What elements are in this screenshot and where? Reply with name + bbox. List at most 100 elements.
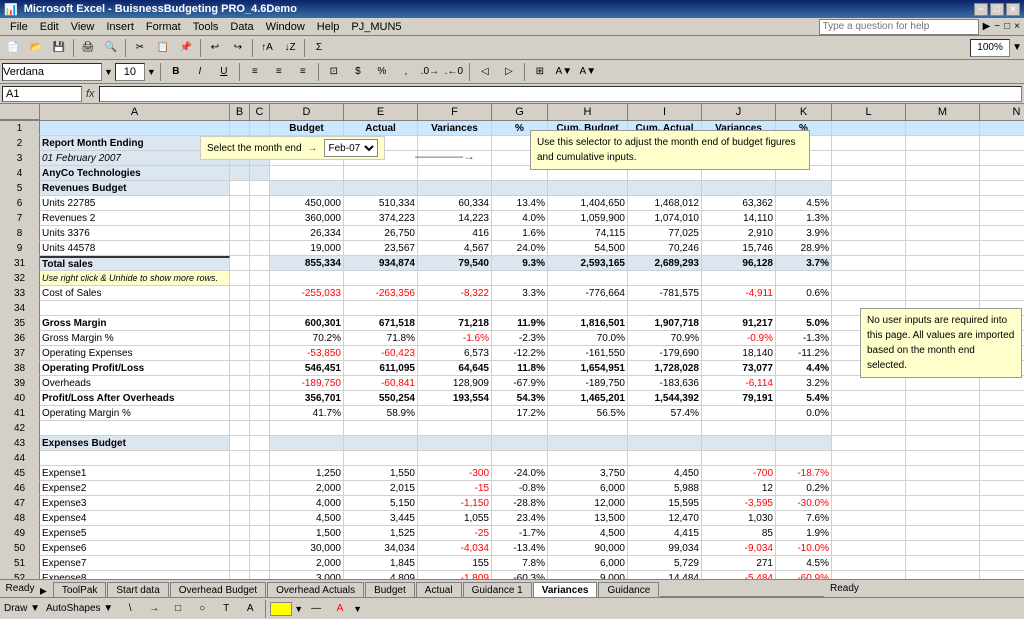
cell-a[interactable]: Expenses Budget (40, 436, 230, 451)
cell-e[interactable]: 671,518 (344, 316, 418, 331)
zoom-input[interactable] (970, 39, 1010, 57)
cell-l[interactable] (832, 571, 906, 579)
cell-n[interactable] (980, 526, 1024, 541)
cell-k[interactable]: 3.7% (776, 256, 832, 271)
cell-i[interactable]: 70.9% (628, 331, 702, 346)
cell-j[interactable]: 85 (702, 526, 776, 541)
cell-h[interactable]: 1,654,951 (548, 361, 628, 376)
cell-a[interactable]: Expense1 (40, 466, 230, 481)
cell-f[interactable]: 193,554 (418, 391, 492, 406)
formula-input[interactable] (99, 86, 1022, 102)
cell-c[interactable] (250, 331, 270, 346)
cell-n[interactable] (980, 136, 1024, 151)
cell-c[interactable] (250, 286, 270, 301)
cell-d[interactable]: -189,750 (270, 376, 344, 391)
cell-m[interactable] (906, 406, 980, 421)
cell-m[interactable] (906, 421, 980, 436)
cell-a[interactable]: Operating Margin % (40, 406, 230, 421)
fill-dropdown-draw[interactable]: ▼ (294, 604, 303, 614)
cell-f[interactable]: -300 (418, 466, 492, 481)
cell-i[interactable]: 77,025 (628, 226, 702, 241)
col-header-l[interactable]: L (832, 104, 906, 120)
col-header-g[interactable]: G (492, 104, 548, 120)
cell-h[interactable]: 9,000 (548, 571, 628, 579)
cell-l[interactable] (832, 511, 906, 526)
cell-h[interactable]: 1,465,201 (548, 391, 628, 406)
cell-f[interactable]: 14,223 (418, 211, 492, 226)
cell-j[interactable]: -9,034 (702, 541, 776, 556)
cell-b[interactable] (230, 211, 250, 226)
cell-l[interactable] (832, 256, 906, 271)
cell-h[interactable]: 74,115 (548, 226, 628, 241)
cell-a[interactable]: Operating Expenses (40, 346, 230, 361)
cell-m[interactable] (906, 451, 980, 466)
cell-n[interactable] (980, 151, 1024, 166)
col-header-d[interactable]: D (270, 104, 344, 120)
cell-b[interactable] (230, 316, 250, 331)
cell-m[interactable] (906, 181, 980, 196)
cell-l[interactable] (832, 436, 906, 451)
col-header-i[interactable]: I (628, 104, 702, 120)
cell-k[interactable]: -10.0% (776, 541, 832, 556)
cell-f[interactable] (418, 436, 492, 451)
cell-e[interactable]: 510,334 (344, 196, 418, 211)
cell-i[interactable] (628, 271, 702, 286)
cell-c[interactable] (250, 346, 270, 361)
cell-f[interactable] (418, 406, 492, 421)
underline-button[interactable]: U (213, 62, 235, 82)
cell-f[interactable] (418, 166, 492, 181)
cell-b[interactable] (230, 256, 250, 271)
cell-e[interactable]: -60,841 (344, 376, 418, 391)
cell-k[interactable]: -30.0% (776, 496, 832, 511)
sort-asc-button[interactable]: ↑A (256, 38, 278, 58)
cell-a[interactable]: Cost of Sales (40, 286, 230, 301)
cell-h[interactable]: 56.5% (548, 406, 628, 421)
cell-i[interactable]: 57.4% (628, 406, 702, 421)
cell-j[interactable] (702, 406, 776, 421)
cell-k[interactable] (776, 271, 832, 286)
cell-m[interactable] (906, 541, 980, 556)
cell-j[interactable]: 12 (702, 481, 776, 496)
cell-c[interactable] (250, 376, 270, 391)
cell-h[interactable]: 2,593,165 (548, 256, 628, 271)
cell-e[interactable] (344, 451, 418, 466)
decrease-decimal-button[interactable]: .←0 (443, 62, 465, 82)
cell-i[interactable]: -781,575 (628, 286, 702, 301)
cell-d[interactable]: 1,500 (270, 526, 344, 541)
cell-m[interactable] (906, 481, 980, 496)
border-button[interactable]: ⊞ (529, 62, 551, 82)
cell-g[interactable]: 9.3% (492, 256, 548, 271)
cell-c[interactable] (250, 256, 270, 271)
cell-e[interactable]: 58.9% (344, 406, 418, 421)
cell-f[interactable]: 6,573 (418, 346, 492, 361)
cell-a[interactable] (40, 421, 230, 436)
cell-e[interactable] (344, 181, 418, 196)
cell-b[interactable] (230, 496, 250, 511)
cell-m[interactable] (906, 571, 980, 579)
cell-b[interactable] (230, 271, 250, 286)
cell-g[interactable]: -1.7% (492, 526, 548, 541)
cell-a[interactable]: Use right click & Unhide to show more ro… (40, 271, 230, 286)
cell-j[interactable] (702, 301, 776, 316)
cell-k[interactable]: 4.4% (776, 361, 832, 376)
cell-d[interactable] (270, 181, 344, 196)
cell-a[interactable]: Units 44578 (40, 241, 230, 256)
menu-pj[interactable]: PJ_MUN5 (345, 20, 407, 34)
cell-l[interactable] (832, 556, 906, 571)
cell-f[interactable] (418, 271, 492, 286)
cell-g[interactable]: -24.0% (492, 466, 548, 481)
cell-g[interactable]: 54.3% (492, 391, 548, 406)
cell-a[interactable]: Units 22785 (40, 196, 230, 211)
menu-view[interactable]: View (65, 20, 101, 34)
cell-h[interactable] (548, 436, 628, 451)
cell-b[interactable] (230, 556, 250, 571)
cell-k[interactable] (776, 421, 832, 436)
cell-n[interactable] (980, 121, 1024, 136)
cell-i[interactable]: 4,415 (628, 526, 702, 541)
cell-d[interactable]: 26,334 (270, 226, 344, 241)
cell-f[interactable]: 64,645 (418, 361, 492, 376)
cell-f[interactable]: Variances (418, 121, 492, 136)
cell-d[interactable]: 3,000 (270, 571, 344, 579)
cell-a[interactable]: Expense2 (40, 481, 230, 496)
cell-l[interactable] (832, 406, 906, 421)
